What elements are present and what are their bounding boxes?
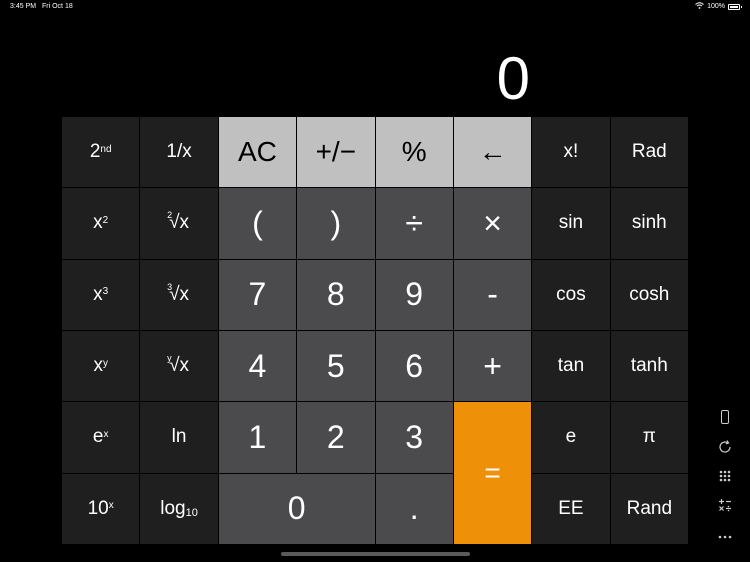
cos-button[interactable]: cos [532, 259, 610, 330]
divide-button[interactable]: ÷ [375, 188, 453, 259]
status-right: 100% [695, 2, 742, 11]
clear-button[interactable]: AC [218, 117, 297, 188]
x-squared-button[interactable]: x2 [62, 188, 140, 259]
sin-button[interactable]: sin [532, 188, 610, 259]
rand-button[interactable]: Rand [610, 473, 688, 544]
tan-button[interactable]: tan [532, 331, 610, 402]
side-toolbar [712, 410, 738, 544]
decimal-button[interactable]: . [375, 473, 453, 544]
home-indicator[interactable] [281, 552, 470, 556]
status-date: Fri Oct 18 [42, 3, 73, 10]
digit-3-button[interactable]: 3 [375, 402, 453, 473]
x-cubed-button[interactable]: x3 [62, 259, 140, 330]
phone-icon[interactable] [720, 410, 730, 428]
close-paren-button[interactable]: ) [297, 188, 375, 259]
digit-5-button[interactable]: 5 [297, 331, 375, 402]
rad-button[interactable]: Rad [610, 117, 688, 188]
log10-button[interactable]: log 10 [140, 473, 218, 544]
equals-button[interactable]: = [453, 402, 532, 544]
backspace-icon: ← [478, 136, 507, 168]
y-root-button[interactable]: y √x [140, 331, 218, 402]
e-power-x-button[interactable]: ex [62, 402, 140, 473]
digit-7-button[interactable]: 7 [218, 259, 297, 330]
second-button[interactable]: 2nd [62, 117, 140, 188]
grid-icon[interactable] [719, 470, 731, 486]
wifi-icon [695, 2, 704, 11]
percent-button[interactable]: % [375, 117, 453, 188]
open-paren-button[interactable]: ( [218, 188, 297, 259]
digit-1-button[interactable]: 1 [218, 402, 297, 473]
backspace-button[interactable]: ← [453, 117, 532, 188]
battery-icon [728, 3, 742, 10]
keypad: 2nd 1/x AC +/− % ← x! Rad x2 2 √x ( ) ÷ ×… [62, 117, 688, 544]
x-power-y-button[interactable]: xy [62, 331, 140, 402]
status-time: 3:45 PM [10, 3, 37, 10]
minus-button[interactable]: - [453, 259, 532, 330]
result-display: 0 [496, 45, 530, 112]
digit-6-button[interactable]: 6 [375, 331, 453, 402]
sinh-button[interactable]: sinh [610, 188, 688, 259]
digit-4-button[interactable]: 4 [218, 331, 297, 402]
digit-8-button[interactable]: 8 [297, 259, 375, 330]
calculator-ops-icon[interactable] [718, 498, 732, 516]
cube-root-button[interactable]: 3 √x [140, 259, 218, 330]
rotate-icon[interactable] [718, 440, 732, 458]
digit-9-button[interactable]: 9 [375, 259, 453, 330]
plus-button[interactable]: + [453, 331, 532, 402]
digit-0-button[interactable]: 0 [218, 473, 375, 544]
status-bar: 3:45 PM Fri Oct 18 100% [0, 0, 750, 14]
negate-button[interactable]: +/− [297, 117, 375, 188]
tanh-button[interactable]: tanh [610, 331, 688, 402]
cosh-button[interactable]: cosh [610, 259, 688, 330]
factorial-button[interactable]: x! [532, 117, 610, 188]
more-icon[interactable] [718, 528, 732, 544]
reciprocal-button[interactable]: 1/x [140, 117, 218, 188]
ten-power-x-button[interactable]: 10 x [62, 473, 140, 544]
digit-2-button[interactable]: 2 [297, 402, 375, 473]
pi-button[interactable]: π [610, 402, 688, 473]
battery-percent: 100% [707, 3, 725, 10]
e-constant-button[interactable]: e [532, 402, 610, 473]
ee-button[interactable]: EE [532, 473, 610, 544]
ln-button[interactable]: ln [140, 402, 218, 473]
multiply-button[interactable]: × [453, 188, 532, 259]
square-root-button[interactable]: 2 √x [140, 188, 218, 259]
